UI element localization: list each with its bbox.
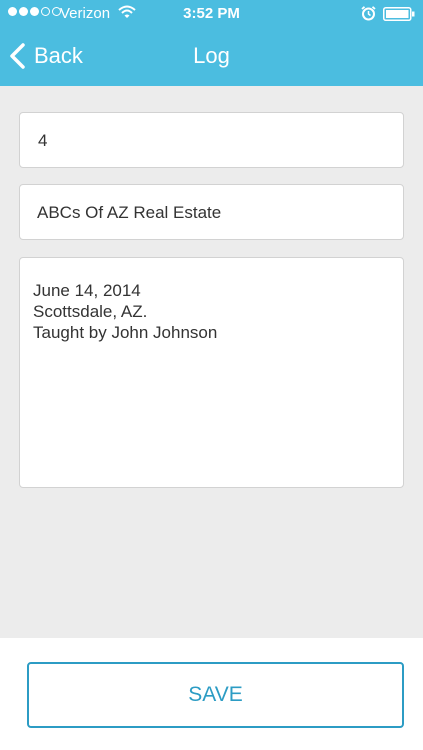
alarm-icon <box>361 6 376 21</box>
top-bar: Verizon 3:52 PM Back Log <box>0 0 423 86</box>
status-time: 3:52 PM <box>183 5 240 22</box>
battery-icon <box>383 7 415 21</box>
notes-line: June 14, 2014 <box>33 281 141 300</box>
status-bar: Verizon 3:52 PM <box>0 0 423 28</box>
navigation-bar: Back Log <box>0 28 423 86</box>
notes-textarea[interactable]: June 14, 2014 Scottsdale, AZ. Taught by … <box>19 257 404 488</box>
notes-line: Scottsdale, AZ. <box>33 302 148 321</box>
footer: SAVE <box>0 638 423 750</box>
course-name-field[interactable]: ABCs Of AZ Real Estate <box>19 184 404 240</box>
page-title: Log <box>193 43 230 68</box>
save-button[interactable]: SAVE <box>27 662 404 728</box>
sessions-value: 4 <box>38 131 48 150</box>
sessions-field[interactable]: 4 <box>19 112 404 168</box>
notes-line: Taught by John Johnson <box>33 323 218 342</box>
course-name-value: ABCs Of AZ Real Estate <box>37 203 222 222</box>
